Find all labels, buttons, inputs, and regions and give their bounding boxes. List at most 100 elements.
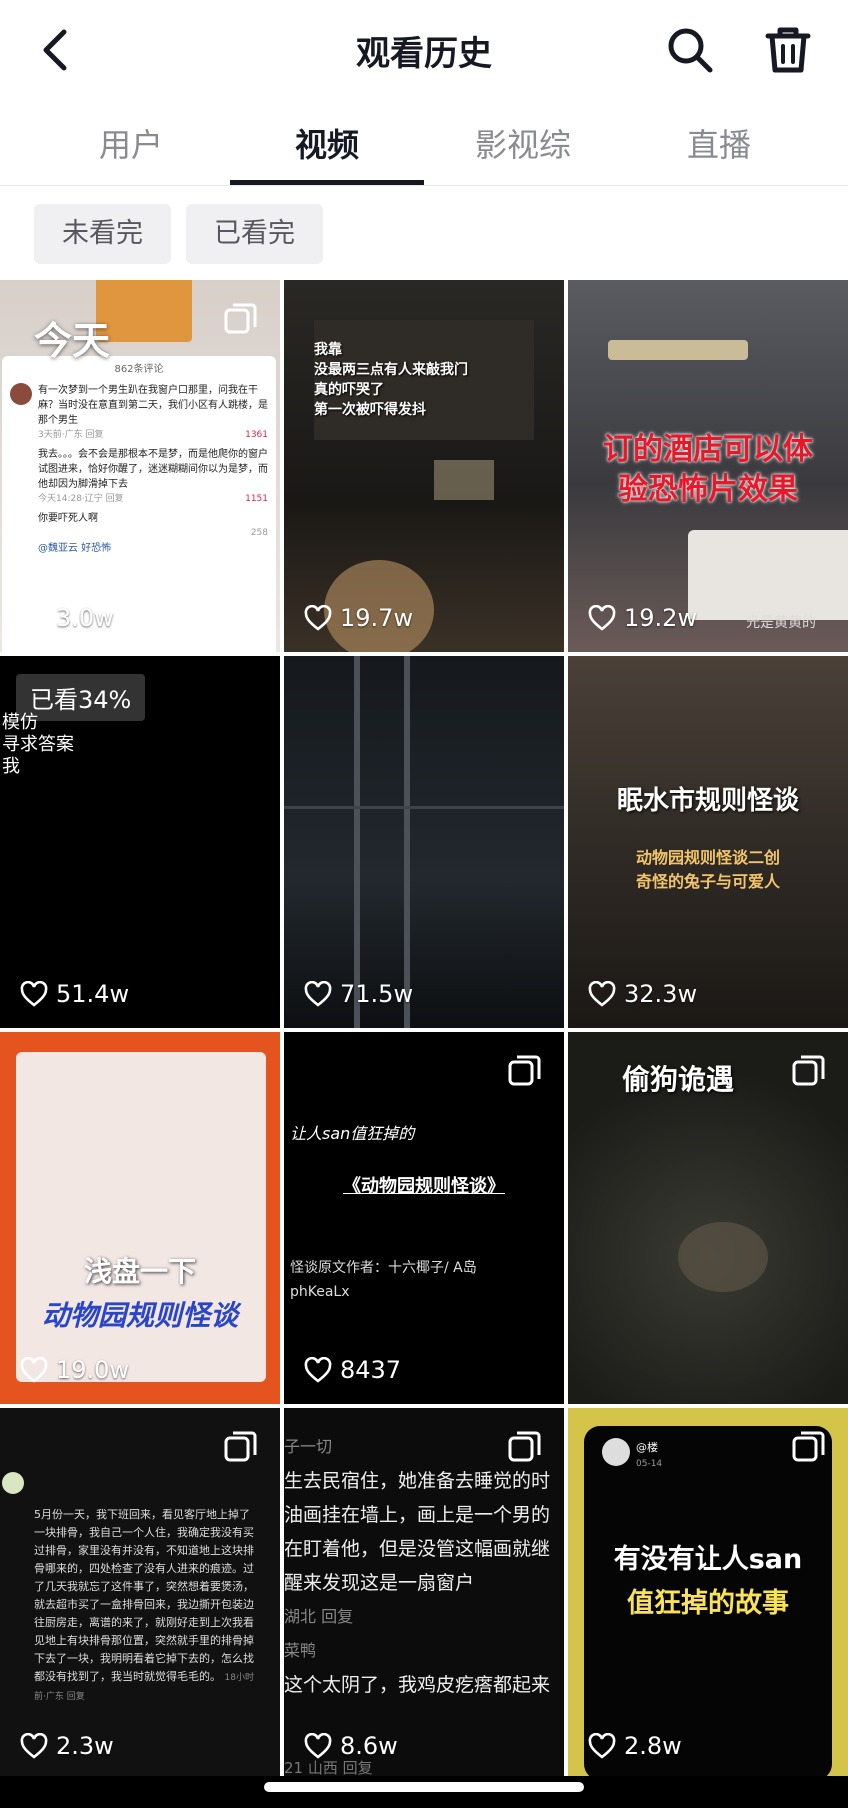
tab-videos[interactable]: 视频 <box>229 120 425 166</box>
comment-line: 在盯着他，但是没管这幅画就继 <box>284 1538 551 1560</box>
multi-image-icon <box>224 303 257 334</box>
scene-bar <box>404 656 410 1028</box>
thumbnail-note <box>96 280 192 342</box>
like-count-value: 2.3w <box>56 1732 114 1760</box>
caption-line: 模仿 <box>2 712 38 733</box>
header: 观看历史 <box>0 0 848 100</box>
caption-line: phKeaLx <box>290 1284 350 1300</box>
like-count-value: 32.3w <box>624 980 698 1008</box>
heart-icon <box>588 981 616 1007</box>
caption-line: 验恐怖片效果 <box>618 472 798 507</box>
heart-icon <box>20 981 48 1007</box>
heart-icon <box>20 1357 48 1383</box>
page-title: 观看历史 <box>356 34 492 74</box>
video-caption: 怪谈原文作者：十六椰子/ A岛 phKeaLx <box>290 1256 477 1304</box>
heart-icon <box>20 605 48 631</box>
caption-line: 寻求答案 <box>2 734 74 755</box>
avatar <box>10 383 32 405</box>
like-count-value: 8.6w <box>340 1732 398 1760</box>
like-count-value: 8437 <box>340 1356 402 1384</box>
scene-dog <box>678 1222 768 1292</box>
video-tile[interactable]: @楼 05-14 有没有让人san 值狂掉的故事 2.8w <box>568 1408 848 1780</box>
caption-line: 订的酒店可以体 <box>603 432 813 467</box>
filter-bar: 未看完 已看完 <box>0 186 848 280</box>
post-meta: @楼 05-14 <box>636 1440 662 1472</box>
like-count-value: 51.4w <box>56 980 130 1008</box>
video-subtitle: 光是黄黄的 <box>746 615 816 631</box>
comment-meta: 湖北 回复 <box>284 1607 354 1626</box>
tab-bar: 用户 视频 影视综 直播 <box>0 100 848 186</box>
video-caption: 《动物园规则怪谈》 <box>343 1176 505 1197</box>
video-caption: 模仿 寻求答案 我 <box>2 712 74 778</box>
caption-line: 我靠 <box>314 342 342 358</box>
filter-finished[interactable]: 已看完 <box>186 204 323 264</box>
caption-line: 没最两三点有人来敲我门 <box>314 362 468 378</box>
like-count: 8.6w <box>304 1732 398 1760</box>
video-tile[interactable]: 我靠 没最两三点有人来敲我门 真的吓哭了 第一次被吓得发抖 19.7w <box>284 280 564 652</box>
comment-user: 子一切 <box>284 1437 333 1456</box>
trash-icon[interactable] <box>760 22 816 78</box>
scene-bar <box>354 656 360 1028</box>
video-tile[interactable]: 订的酒店可以体 验恐怖片效果 光是黄黄的 19.2w <box>568 280 848 652</box>
video-caption: 偷狗诡遇 <box>621 1063 734 1096</box>
tab-live[interactable]: 直播 <box>621 120 817 166</box>
caption-line: 我 <box>2 756 20 777</box>
video-caption: 动物园规则怪谈二创 奇怪的兔子与可爱人 <box>568 846 848 894</box>
like-count: 51.4w <box>20 980 129 1008</box>
heart-icon <box>20 1733 48 1759</box>
video-tile[interactable]: 子一切 生去民宿住，她准备去睡觉的时 油画挂在墙上，画上是一个男的 在盯着他，但… <box>284 1408 564 1780</box>
reply-text: @魏亚云 好恐怖 <box>38 543 112 554</box>
home-indicator[interactable] <box>264 1782 584 1792</box>
caption-line: 有没有让人san <box>613 1544 803 1575</box>
heart-icon <box>304 605 332 631</box>
video-tile[interactable]: 71.5w <box>284 656 564 1028</box>
video-tile[interactable]: 眠水市规则怪谈 动物园规则怪谈二创 奇怪的兔子与可爱人 32.3w <box>568 656 848 1028</box>
reply-text: 我去。。。会不会是那根本不是梦，而是他爬你的窗户试图进来，恰好你醒了，迷迷糊糊间… <box>38 449 268 490</box>
like-count: 2.3w <box>20 1732 114 1760</box>
like-count: 2.8w <box>588 1732 682 1760</box>
comment-line: 生去民宿住，她准备去睡觉的时 <box>284 1470 551 1492</box>
video-caption: 动物园规则怪谈 <box>41 1299 238 1332</box>
comment-text: 5月份一天，我下班回来，看见客厅地上掉了一块排骨，我自己一个人住，我确定我没有买… <box>34 1506 254 1706</box>
video-caption: 眠水市规则怪谈 <box>616 786 799 816</box>
section-label-today: 今天 <box>34 319 111 363</box>
tab-film-variety[interactable]: 影视综 <box>425 120 621 166</box>
video-caption: 有没有让人san 值狂掉的故事 <box>584 1538 832 1626</box>
scene-light <box>608 340 748 360</box>
video-tile[interactable]: 5月份一天，我下班回来，看见客厅地上掉了一块排骨，我自己一个人住，我确定我没有买… <box>0 1408 280 1780</box>
tab-users[interactable]: 用户 <box>33 120 229 166</box>
scene-bed <box>688 530 848 620</box>
comment-user: 菜鸭 <box>284 1641 317 1660</box>
like-count-value: 19.0w <box>56 1356 130 1384</box>
scene-object <box>434 460 494 500</box>
caption-line: 动物园规则怪谈二创 <box>635 848 780 867</box>
caption-line: 真的吓哭了 <box>314 382 384 398</box>
caption-line: 怪谈原文作者：十六椰子/ A岛 <box>290 1260 477 1276</box>
like-count-value: 19.7w <box>340 604 414 632</box>
post-user: @楼 <box>636 1441 658 1454</box>
comment-body: 5月份一天，我下班回来，看见客厅地上掉了一块排骨，我自己一个人住，我确定我没有买… <box>34 1508 254 1683</box>
reply-like-count: 258 <box>250 528 268 538</box>
video-tile[interactable]: 偷狗诡遇 <box>568 1032 848 1404</box>
filter-unfinished[interactable]: 未看完 <box>34 204 171 264</box>
comment-line: 油画挂在墙上，画上是一个男的 <box>284 1504 551 1526</box>
search-icon[interactable] <box>662 22 718 78</box>
video-caption: 让人san值狂掉的 <box>290 1124 415 1143</box>
multi-image-icon <box>224 1431 257 1462</box>
video-tile[interactable]: 862条评论 有一次梦到一个男生趴在我窗户口那里，问我在干麻？当时没在意直到第二… <box>0 280 280 652</box>
reply-text: 你要吓死人啊 <box>38 513 98 524</box>
heart-icon <box>304 1733 332 1759</box>
comment-text: 有一次梦到一个男生趴在我窗户口那里，问我在干麻？当时没在意直到第二天，我们小区有… <box>38 385 268 426</box>
heart-icon <box>588 605 616 631</box>
multi-image-icon <box>508 1055 541 1086</box>
reply-like-count: 1151 <box>245 494 268 504</box>
bottom-safe-area <box>0 1776 848 1808</box>
video-tile[interactable]: 浅盘一下 动物园规则怪谈 19.0w <box>0 1032 280 1404</box>
video-tile[interactable]: 让人san值狂掉的 《动物园规则怪谈》 怪谈原文作者：十六椰子/ A岛 phKe… <box>284 1032 564 1404</box>
comment-thread: 子一切 生去民宿住，她准备去睡觉的时 油画挂在墙上，画上是一个男的 在盯着他，但… <box>284 1430 564 1702</box>
like-count-value: 2.8w <box>624 1732 682 1760</box>
video-tile[interactable]: 已看34% 模仿 寻求答案 我 51.4w <box>0 656 280 1028</box>
like-count: 19.7w <box>304 604 413 632</box>
active-tab-indicator <box>230 180 424 185</box>
caption-line: 第一次被吓得发抖 <box>314 402 426 418</box>
